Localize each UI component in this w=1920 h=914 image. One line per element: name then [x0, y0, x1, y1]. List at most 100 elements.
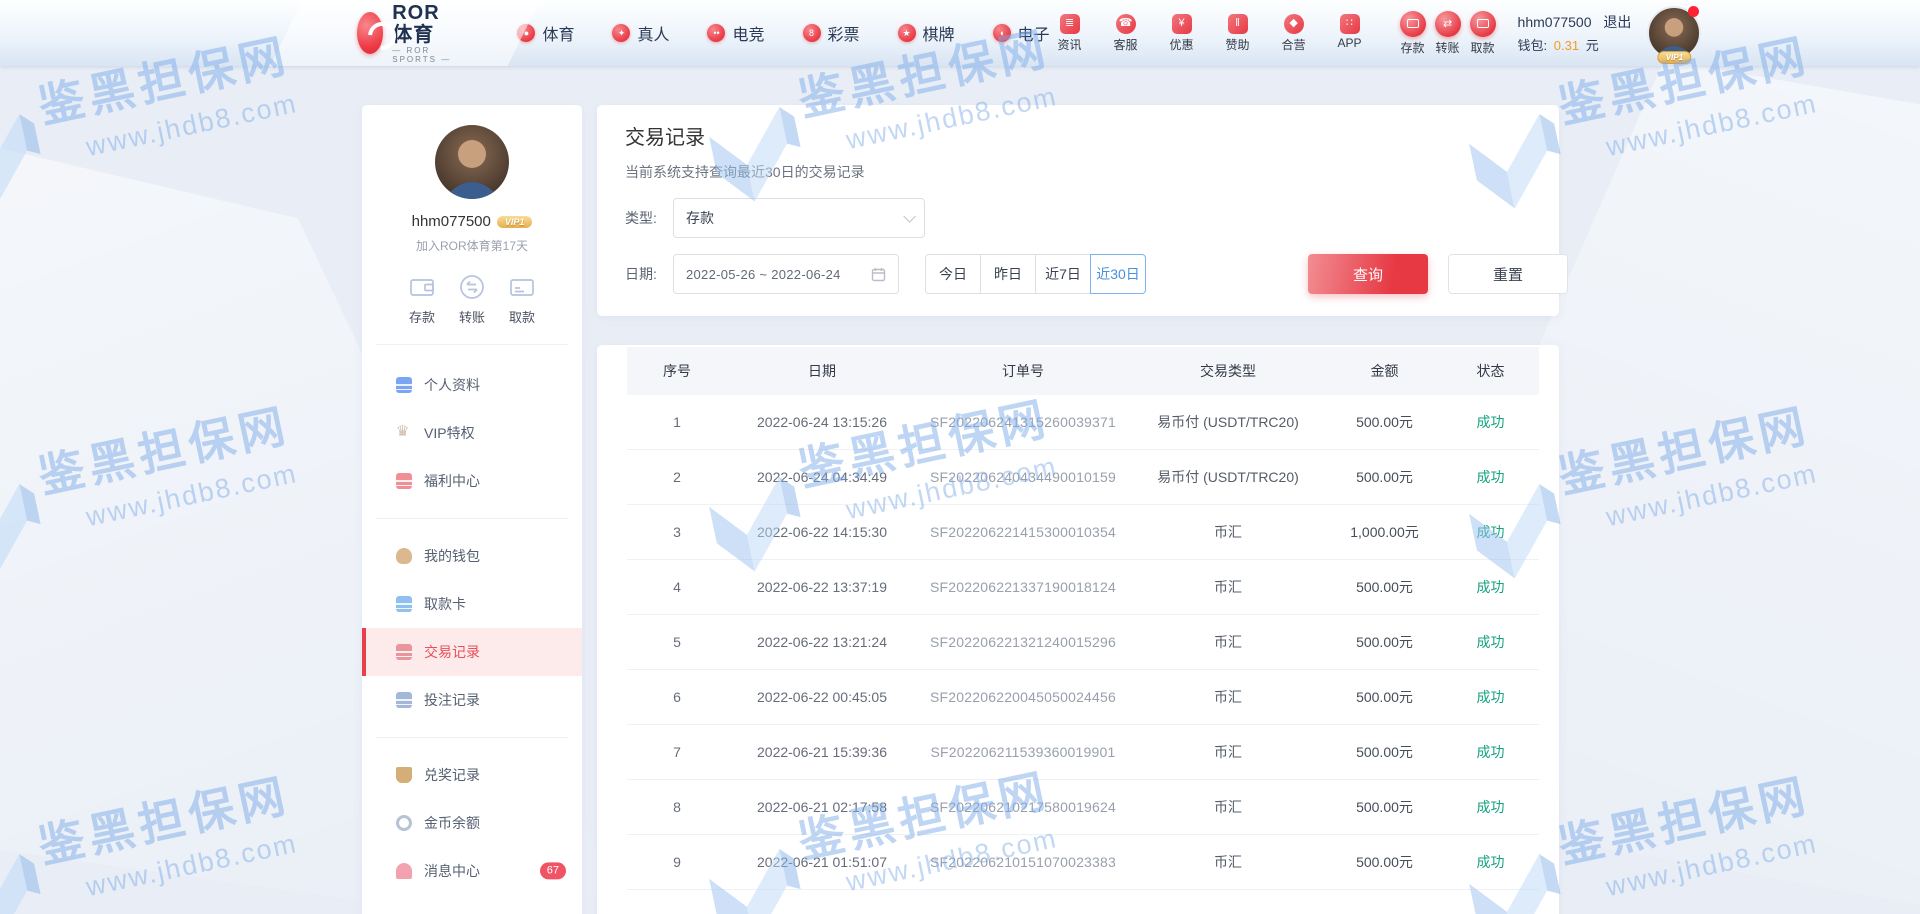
cell-order-number: SF202206240434490010159 — [917, 469, 1129, 485]
cell-amount: 500.00元 — [1327, 797, 1442, 817]
sidebar-item-transactions[interactable]: 交易记录 — [362, 628, 582, 676]
nav-egames[interactable]: ◖电子 — [993, 21, 1050, 45]
cell-order-number: SF202206211539360019901 — [917, 744, 1129, 760]
cell-seq: 5 — [627, 634, 727, 650]
cell-seq: 8 — [627, 799, 727, 815]
cell-transaction-type: 币汇 — [1129, 852, 1327, 872]
quick-links: ≣资讯 ☎客服 ¥优惠 ‖赞助 ◆合营 ∷APP — [1050, 14, 1370, 53]
nav-esports[interactable]: ••电竞 — [707, 21, 764, 45]
quicklink-app[interactable]: ∷APP — [1330, 14, 1370, 50]
sidebar-avatar[interactable] — [435, 125, 509, 199]
quicklink-service[interactable]: ☎客服 — [1106, 14, 1146, 53]
reset-button[interactable]: 重置 — [1448, 254, 1568, 294]
cell-seq: 2 — [627, 469, 727, 485]
date-label: 日期: — [625, 264, 673, 284]
sidebar-item-vip[interactable]: VIP特权 — [362, 409, 582, 457]
column-header-date: 日期 — [727, 361, 917, 381]
logout-link[interactable]: 退出 — [1603, 14, 1631, 30]
date-range-input[interactable]: 2022-05-26 ~ 2022-06-24 — [673, 254, 899, 294]
cell-date: 2022-06-21 02:17:58 — [727, 799, 917, 815]
withdraw-card-outline-icon — [507, 272, 537, 302]
sidebar-item-coin-balance[interactable]: 金币余额 — [362, 799, 582, 847]
sidebar-item-withdraw-card[interactable]: 取款卡 — [362, 580, 582, 628]
sidebar-item-redeem-records[interactable]: 兑奖记录 — [362, 751, 582, 799]
quicklink-promo[interactable]: ¥优惠 — [1162, 14, 1202, 53]
cell-transaction-type: 易币付 (USDT/TRC20) — [1129, 467, 1327, 487]
avatar-vip-badge: VIP1 — [1658, 51, 1691, 64]
sidebar-item-profile[interactable]: 个人资料 — [362, 361, 582, 409]
cell-seq: 6 — [627, 689, 727, 705]
news-icon: ≣ — [1060, 14, 1080, 34]
cell-status: 成功 — [1442, 522, 1539, 542]
range-today-button[interactable]: 今日 — [925, 254, 981, 294]
cell-seq: 1 — [627, 414, 727, 430]
search-button[interactable]: 查询 — [1308, 254, 1428, 294]
range-30days-button[interactable]: 近30日 — [1090, 254, 1146, 294]
main-nav: ●体育 ✦真人 ••电竞 8彩票 ★棋牌 ◖电子 — [517, 21, 1049, 45]
promo-yuan-icon: ¥ — [1172, 14, 1192, 34]
cell-transaction-type: 币汇 — [1129, 687, 1327, 707]
column-header-type: 交易类型 — [1129, 361, 1327, 381]
quick-range-group: 今日 昨日 近7日 近30日 — [925, 254, 1146, 294]
cell-amount: 500.00元 — [1327, 852, 1442, 872]
header-transfer-button[interactable]: ⇄转账 — [1435, 11, 1461, 56]
brand-logo[interactable]: ROR体育 — ROR SPORTS — — [357, 2, 455, 64]
range-yesterday-button[interactable]: 昨日 — [980, 254, 1036, 294]
cell-order-number: SF202206220045050024456 — [917, 689, 1129, 705]
user-sidebar: hhm077500 VIP1 加入ROR体育第17天 存款 转账 取款 个人资料… — [362, 105, 582, 914]
sidebar-item-messages[interactable]: 消息中心67 — [362, 847, 582, 895]
lottery-ball-icon: 8 — [803, 24, 821, 42]
cell-date: 2022-06-21 15:39:36 — [727, 744, 917, 760]
cell-status: 成功 — [1442, 467, 1539, 487]
header-deposit-button[interactable]: 存款 — [1400, 11, 1426, 56]
sidebar-transfer-button[interactable]: 转账 — [457, 272, 487, 326]
table-row: 1 2022-06-24 13:15:26 SF2022062413152600… — [627, 395, 1539, 450]
cell-transaction-type: 币汇 — [1129, 742, 1327, 762]
header-avatar[interactable]: VIP1 — [1647, 6, 1701, 60]
page-title: 交易记录 — [625, 121, 1531, 150]
cell-date: 2022-06-21 01:51:07 — [727, 854, 917, 870]
nav-live-casino[interactable]: ✦真人 — [612, 21, 669, 45]
brand-logo-icon — [357, 12, 383, 54]
page-subtitle: 当前系统支持查询最近30日的交易记录 — [625, 162, 1531, 182]
nav-lottery[interactable]: 8彩票 — [803, 21, 860, 45]
money-bag-icon — [396, 767, 412, 783]
sidebar-withdraw-button[interactable]: 取款 — [507, 272, 537, 326]
cell-transaction-type: 易币付 (USDT/TRC20) — [1129, 412, 1327, 432]
header-user-info: hhm077500 退出 钱包: 0.31 元 — [1518, 12, 1632, 54]
table-row: 6 2022-06-22 00:45:05 SF2022062200450500… — [627, 670, 1539, 725]
currency-label: 元 — [1586, 38, 1599, 53]
sidebar-item-betting-records[interactable]: 投注记录 — [362, 676, 582, 724]
bank-card-icon — [396, 596, 412, 612]
range-7days-button[interactable]: 近7日 — [1035, 254, 1091, 294]
cell-status: 成功 — [1442, 797, 1539, 817]
table-row: 2 2022-06-24 04:34:49 SF2022062404344900… — [627, 450, 1539, 505]
cell-seq: 4 — [627, 579, 727, 595]
sidebar-item-welfare[interactable]: 福利中心 — [362, 457, 582, 505]
wallet-balance: 0.31 — [1554, 38, 1579, 53]
sidebar-wallet-actions: 存款 转账 取款 — [376, 272, 568, 345]
column-header-amount: 金额 — [1327, 361, 1442, 381]
piggy-bank-icon — [396, 548, 412, 564]
vip-crown-icon — [396, 425, 412, 441]
cell-date: 2022-06-22 13:21:24 — [727, 634, 917, 650]
sidebar-deposit-button[interactable]: 存款 — [407, 272, 437, 326]
watermark: 鉴黑担保网www.jhdb8.com — [0, 759, 309, 914]
filter-panel: 交易记录 当前系统支持查询最近30日的交易记录 类型: 存款 日期: 2022-… — [597, 105, 1559, 316]
sidebar-item-wallet[interactable]: 我的钱包 — [362, 532, 582, 580]
cell-amount: 500.00元 — [1327, 742, 1442, 762]
cell-order-number: SF202206221415300010354 — [917, 524, 1129, 540]
type-select-value: 存款 — [686, 208, 714, 228]
transfer-arrows-icon: ⇄ — [1435, 11, 1461, 37]
brand-subtitle: — ROR SPORTS — — [392, 46, 455, 64]
quicklink-sponsor[interactable]: ‖赞助 — [1218, 14, 1258, 53]
type-select[interactable]: 存款 — [673, 198, 925, 238]
header-withdraw-button[interactable]: 取款 — [1470, 11, 1496, 56]
column-header-status: 状态 — [1442, 361, 1539, 381]
nav-chess[interactable]: ★棋牌 — [898, 21, 955, 45]
chess-star-icon: ★ — [898, 24, 916, 42]
transaction-record-icon — [396, 644, 412, 660]
cell-seq: 7 — [627, 744, 727, 760]
quicklink-news[interactable]: ≣资讯 — [1050, 14, 1090, 53]
quicklink-partner[interactable]: ◆合营 — [1274, 14, 1314, 53]
